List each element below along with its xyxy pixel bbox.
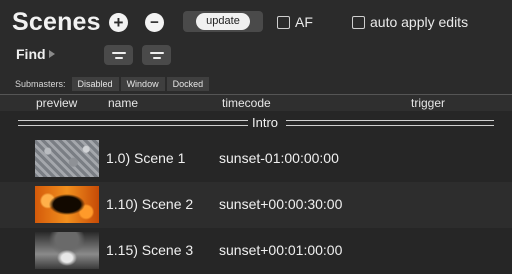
triangle-right-icon [48, 50, 55, 58]
submasters-option-disabled[interactable]: Disabled [71, 77, 119, 91]
column-header-name[interactable]: name [108, 96, 138, 110]
group-divider-left [18, 120, 248, 126]
remove-scene-button[interactable]: − [145, 13, 164, 32]
filter-button-1[interactable] [104, 45, 133, 65]
scene-preview-thumbnail [35, 186, 99, 223]
group-label: Intro [252, 115, 279, 130]
scene-name: 1.10) Scene 2 [106, 196, 194, 212]
scene-timecode: sunset+00:00:30:00 [219, 196, 343, 212]
checkbox-icon [352, 15, 365, 29]
scene-name: 1.15) Scene 3 [106, 242, 194, 258]
filter-button-2[interactable] [142, 45, 171, 65]
find-disclosure[interactable]: Find [16, 46, 55, 62]
submasters-label: Submasters: [15, 79, 66, 89]
checkbox-icon [277, 15, 290, 29]
update-button[interactable]: update [183, 11, 263, 32]
find-label: Find [16, 46, 46, 62]
filter-lines-icon [111, 51, 126, 54]
af-checkbox[interactable]: AF [277, 14, 313, 30]
table-row[interactable]: 1.15) Scene 3 sunset+00:01:00:00 [0, 228, 512, 274]
plus-circle-icon: + [113, 13, 124, 32]
scene-preview-thumbnail [35, 232, 99, 269]
minus-circle-icon: − [150, 14, 159, 31]
submasters-control: Submasters: Disabled Window Docked [15, 77, 211, 91]
scenes-toolbar: Scenes + − update AF auto apply edits Fi… [0, 0, 512, 94]
group-divider-right [286, 120, 494, 126]
auto-apply-edits-checkbox[interactable]: auto apply edits [352, 14, 468, 30]
scene-preview-thumbnail [35, 140, 99, 177]
column-header-preview[interactable]: preview [36, 96, 77, 110]
filter-lines-icon [149, 51, 164, 54]
submasters-segmented-control: Disabled Window Docked [71, 77, 212, 91]
submasters-option-docked[interactable]: Docked [166, 77, 210, 91]
scene-timecode: sunset-01:00:00:00 [219, 150, 339, 166]
table-row[interactable]: 1.0) Scene 1 sunset-01:00:00:00 [0, 136, 512, 182]
table-row[interactable]: 1.10) Scene 2 sunset+00:00:30:00 [0, 182, 512, 228]
table-header: preview name timecode trigger [0, 94, 512, 111]
scene-name: 1.0) Scene 1 [106, 150, 186, 166]
submasters-option-window[interactable]: Window [120, 77, 165, 91]
scene-timecode: sunset+00:01:00:00 [219, 242, 343, 258]
group-header-intro[interactable]: Intro [0, 111, 512, 135]
column-header-timecode[interactable]: timecode [222, 96, 271, 110]
column-header-trigger[interactable]: trigger [411, 96, 445, 110]
auto-apply-edits-label: auto apply edits [370, 14, 469, 30]
add-scene-button[interactable]: + [109, 13, 128, 32]
update-button-label: update [196, 13, 250, 30]
af-label: AF [295, 14, 313, 30]
panel-title: Scenes [12, 8, 101, 36]
